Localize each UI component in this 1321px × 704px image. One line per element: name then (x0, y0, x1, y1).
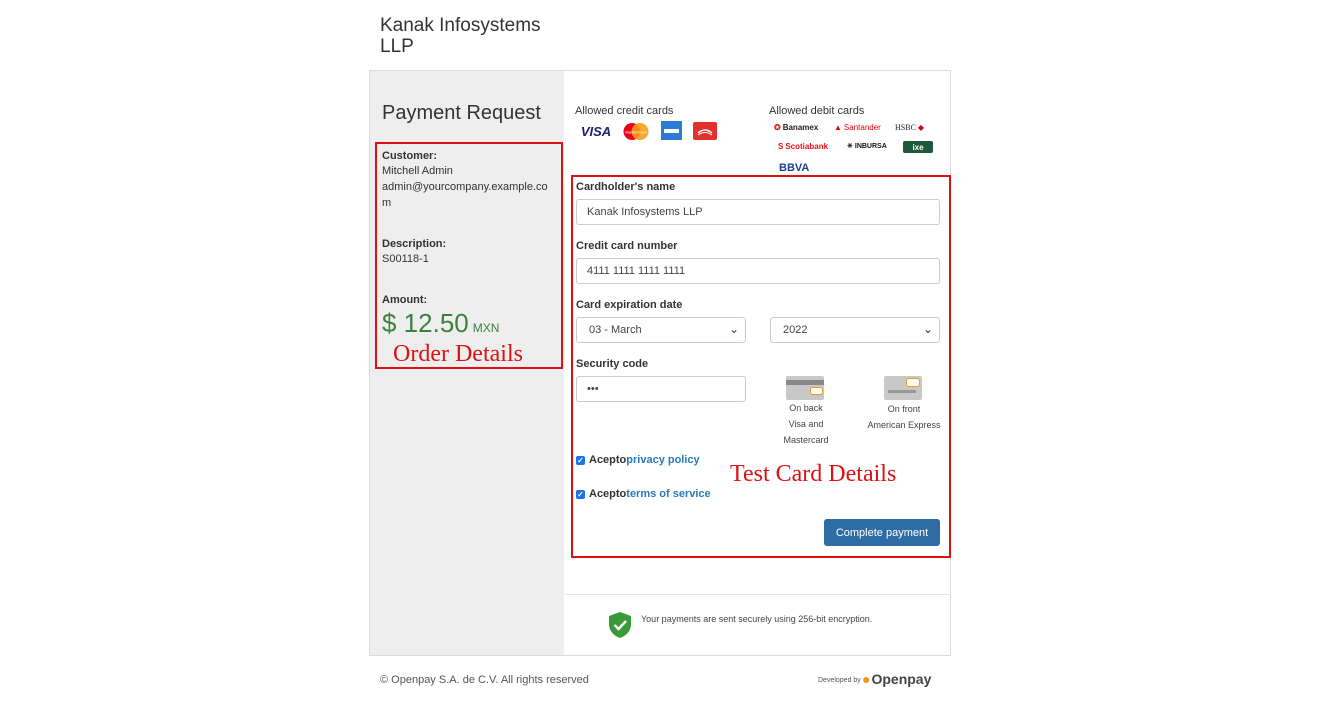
santander-logo: ▲ Santander (834, 123, 881, 132)
card-front-icon (884, 376, 922, 400)
carnet-logo (693, 122, 717, 140)
order-details-annotation: Order Details (393, 341, 523, 367)
ixe-logo: ixe (903, 141, 933, 153)
security-code-label: Security code (576, 358, 649, 370)
cvv-back-caption: On back Visa and Mastercard (766, 400, 846, 448)
terms-prefix: Acepto (589, 488, 627, 500)
chevron-down-icon: ⌄ (922, 322, 933, 336)
expiry-label: Card expiration date (576, 299, 683, 311)
security-code-input[interactable]: ••• (576, 376, 746, 402)
cvv-front-caption: On front American Express (864, 401, 944, 433)
divider (565, 594, 951, 595)
openpay-brand-text: Openpay (871, 671, 932, 687)
cvv-back-line1: On back (789, 403, 823, 413)
payment-request-title: Payment Request (382, 102, 541, 124)
expiry-year-value: 2022 (783, 324, 808, 336)
shield-check-icon (608, 611, 632, 644)
complete-payment-button[interactable]: Complete payment (824, 519, 940, 546)
hsbc-logo: HSBC ◆ (895, 123, 925, 132)
cardholder-label: Cardholder's name (576, 181, 676, 193)
openpay-logo: ●Openpay (862, 671, 932, 687)
cvv-front-line1: On front (887, 404, 921, 414)
credit-cards-title: Allowed credit cards (575, 105, 674, 117)
copyright-text: © Openpay S.A. de C.V. All rights reserv… (380, 674, 589, 686)
expiry-year-select[interactable]: 2022 ⌄ (770, 317, 940, 343)
cvv-back-line2: Visa and Mastercard (783, 419, 829, 445)
checkbox-checked-icon[interactable]: ✓ (576, 455, 585, 465)
privacy-checkbox-row[interactable]: ✓ Acepto privacy policy (576, 454, 700, 466)
banamex-logo: ✪ Banamex (774, 123, 819, 132)
expiry-month-value: 03 - March (589, 324, 642, 336)
order-details-highlight (375, 142, 563, 369)
bbva-logo: BBVA (779, 162, 810, 174)
developed-by-label: Developed by (818, 677, 861, 684)
debit-cards-title: Allowed debit cards (769, 105, 865, 117)
card-number-label: Credit card number (576, 240, 678, 252)
card-number-input[interactable]: 4111 1111 1111 1111 (576, 258, 940, 284)
expiry-month-select[interactable]: 03 - March ⌄ (576, 317, 746, 343)
inbursa-logo: ✳ INBURSA (847, 142, 887, 151)
mastercard-logo: MasterCard (620, 121, 652, 141)
cardholder-input[interactable]: Kanak Infosystems LLP (576, 199, 940, 225)
privacy-prefix: Acepto (589, 454, 627, 466)
privacy-policy-link[interactable]: privacy policy (626, 454, 699, 466)
svg-text:MasterCard: MasterCard (626, 129, 647, 134)
visa-logo: VISA (580, 123, 612, 139)
amex-logo (661, 121, 682, 140)
scotiabank-logo: S Scotiabank (778, 142, 829, 151)
test-card-details-annotation: Test Card Details (730, 461, 897, 487)
cvv-front-line2: American Express (867, 420, 941, 430)
chevron-down-icon: ⌄ (728, 322, 739, 336)
terms-checkbox-row[interactable]: ✓ Acepto terms of service (576, 488, 711, 500)
terms-of-service-link[interactable]: terms of service (626, 488, 710, 500)
checkbox-checked-icon[interactable]: ✓ (576, 489, 585, 499)
card-back-icon (786, 376, 824, 400)
merchant-name: Kanak Infosystems LLP (380, 15, 541, 57)
security-notice: Your payments are sent securely using 25… (641, 614, 873, 624)
